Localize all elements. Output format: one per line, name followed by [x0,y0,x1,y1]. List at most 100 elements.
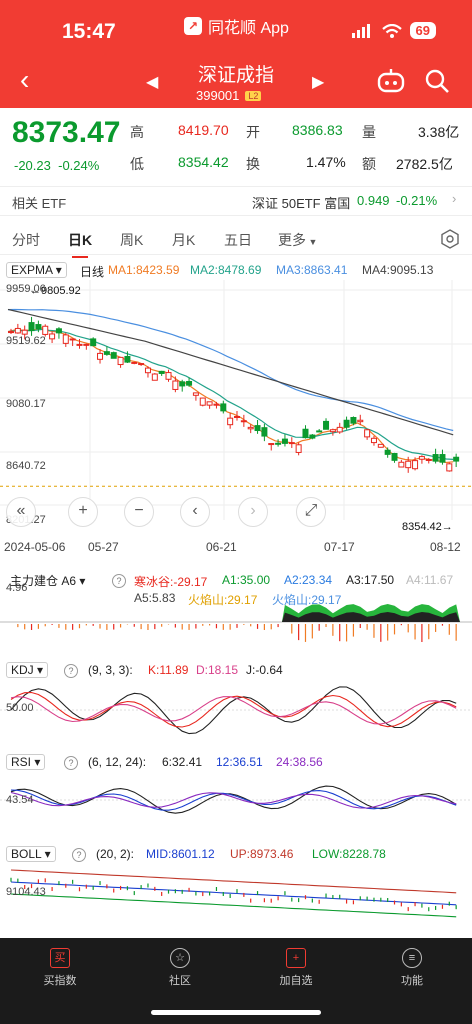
assistant-robot-icon[interactable] [376,68,406,94]
wifi-icon [381,23,402,38]
tab-weekly-k[interactable]: 周K [120,230,143,250]
related-etf-row[interactable]: 相关 ETF 深证 50ETF 富国 0.949 -0.21% › [0,186,472,216]
candle-body [453,456,460,462]
expma-legend: EXPMA ▾ 日线 MA1:8423.59 MA2:8478.69 MA3:8… [0,262,472,280]
nav-community-label: 社区 [169,975,191,987]
settings-icon[interactable] [440,229,460,249]
nav-add-favorite[interactable]: + 加自选 [256,948,336,988]
fullscreen-icon[interactable]: ⤢ [296,497,326,527]
candle-body [323,420,330,430]
boll-chart[interactable] [0,864,472,928]
tab-monthly-k[interactable]: 月K [172,230,195,250]
kdj-chart[interactable] [0,680,472,740]
candle-body [288,442,295,445]
nav-functions-label: 功能 [401,975,423,987]
tab-more[interactable]: 更多 ▼ [278,230,317,250]
boll-up: UP:8973.46 [230,847,294,861]
rsi-legend: RSI ▾ ? (6, 12, 24): 6:32.41 12:36.51 24… [0,754,472,772]
period-tabs: 分时 日K 周K 月K 五日 更多 ▼ [0,224,472,258]
move-left-icon[interactable]: ‹ [180,497,210,527]
candle-body [172,380,179,390]
zhuli-legend: 主力建仓 A6 ▾ ? 寒冰谷:-29.17 A1:35.00 A2:23.34… [0,572,472,590]
ma-line [7,327,454,464]
candle-body [281,438,288,444]
candle-body [76,343,83,346]
zoom-in-icon[interactable]: + [68,497,98,527]
candle-body [446,463,453,472]
date-label-4: 07-17 [324,540,355,554]
candle-body [151,373,158,381]
candle-body [418,456,425,460]
date-label-2: 05-27 [88,540,119,554]
tab-intraday[interactable]: 分时 [12,230,40,250]
indicator-select-rsi[interactable]: RSI ▾ [6,754,46,770]
max-price-marker: ←9805.92 [30,285,81,297]
rsi-chart[interactable] [0,772,472,832]
candle-body [398,461,405,468]
tabs-divider [0,254,472,255]
kdj-legend: KDJ ▾ ? (9, 3, 3): K:11.89 D:18.15 J:-0.… [0,662,472,680]
candle-body [110,352,117,359]
rsi-24: 24:38.56 [276,755,323,769]
boll-line [10,881,457,906]
indicator-select-boll[interactable]: BOLL ▾ [6,846,56,862]
indicator-select-kdj[interactable]: KDJ ▾ [6,662,49,678]
kdj-help-icon[interactable]: ? [64,663,78,678]
etf-pct: -0.21% [396,193,438,208]
nav-buy-index[interactable]: 买买指数 [20,948,100,988]
indicator-select-expma[interactable]: EXPMA ▾ [6,262,67,278]
candle-body [165,372,172,380]
community-icon: ☆ [170,948,190,968]
help-icon[interactable]: ? [112,573,126,588]
kdj-d: D:18.15 [196,663,239,677]
tab-more-label: 更多 [278,232,306,248]
change-percent: -0.24% [58,158,100,173]
next-stock-icon[interactable]: ▶ [312,72,324,92]
menu-icon: ≡ [402,948,422,968]
zhuli-v4: A3:17.50 [346,573,395,587]
date-label-1: 2024-05-06 [4,540,66,554]
boll-help-icon[interactable]: ? [72,847,86,862]
line-type-label: 日线 [80,265,105,279]
candle-body [69,338,76,341]
high-value: 8419.70 [178,122,229,138]
candle-body [21,329,28,335]
boll-y-label: 9104.43 [6,886,46,898]
caret-down-icon: ▼ [306,237,318,247]
max-price-value: 9805.92 [41,285,81,297]
last-price-marker: 8354.42→ [402,521,453,533]
nav-buy-label: 买指数 [43,975,77,987]
candle-body [117,356,124,366]
candle-body [350,417,357,424]
candle-body [329,429,336,433]
candle-body [343,419,350,428]
candle-body [316,430,323,433]
zhuli-chart[interactable] [0,590,472,650]
kline-chart[interactable] [0,280,472,520]
stock-code: 399001 L2 [196,88,262,103]
candle-body [14,327,21,334]
candle-body [131,361,138,364]
nav-functions[interactable]: ≡ 功能 [372,948,452,988]
candle-body [377,443,384,448]
turnover-label: 换 [246,156,260,172]
rsi-help-icon[interactable]: ? [64,755,78,770]
zoom-out-icon[interactable]: − [124,497,154,527]
move-right-icon[interactable]: › [238,497,268,527]
etf-price: 0.949 [357,193,390,208]
amount-value: 2782.5亿 [396,156,453,172]
tab-daily-k[interactable]: 日K [68,230,92,258]
search-icon[interactable] [424,68,450,94]
candle-body [192,392,199,396]
signal-icon [351,23,370,38]
candle-body [234,415,240,418]
candle-body [432,454,439,462]
nav-community[interactable]: ☆ 社区 [140,948,220,988]
candle-body [220,403,227,412]
boll-line [10,893,457,918]
tab-five-day[interactable]: 五日 [224,230,252,250]
kdj-params: (9, 3, 3): [88,663,133,677]
kdj-name: KDJ [11,663,34,677]
candle-body [240,420,247,423]
scroll-left-icon[interactable]: « [6,497,36,527]
